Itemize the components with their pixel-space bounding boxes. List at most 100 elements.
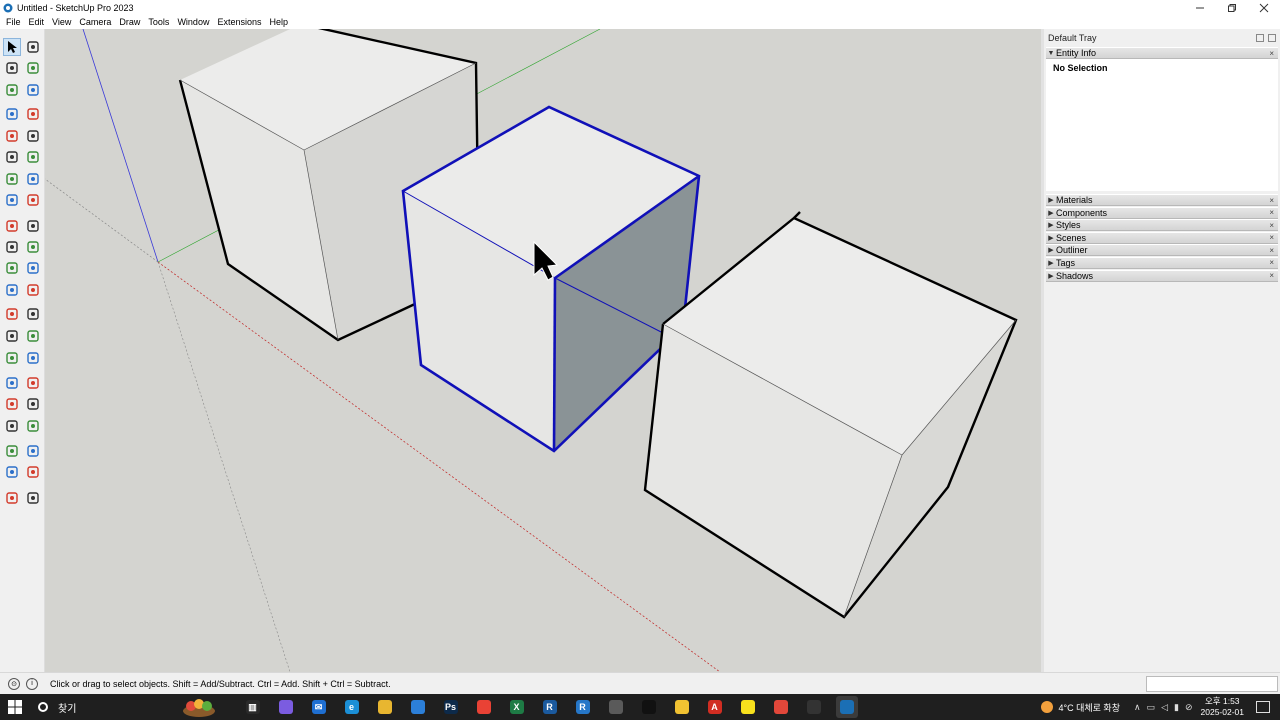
tool-2-point-arc[interactable] bbox=[24, 170, 42, 188]
restore-button[interactable] bbox=[1216, 0, 1248, 15]
info-icon[interactable]: i bbox=[26, 677, 38, 690]
panel-close-icon[interactable]: × bbox=[1269, 49, 1274, 58]
taskbar-app-store[interactable] bbox=[407, 696, 429, 718]
tool-push-pull[interactable] bbox=[24, 217, 42, 235]
panel-close-icon[interactable]: × bbox=[1269, 258, 1274, 267]
taskbar-app-copilot[interactable] bbox=[275, 696, 297, 718]
menu-camera[interactable]: Camera bbox=[75, 17, 115, 27]
tool-scale[interactable] bbox=[3, 259, 21, 277]
volume-icon[interactable]: ◁ bbox=[1161, 702, 1168, 713]
start-button[interactable] bbox=[0, 694, 30, 720]
taskbar-app-revit[interactable]: R bbox=[539, 696, 561, 718]
taskbar-app-recorder[interactable] bbox=[803, 696, 825, 718]
tool-orbit[interactable] bbox=[24, 349, 42, 367]
menu-draw[interactable]: Draw bbox=[115, 17, 144, 27]
tool-sandbox[interactable] bbox=[24, 463, 42, 481]
panel-close-icon[interactable]: × bbox=[1269, 208, 1274, 217]
tool-walk[interactable] bbox=[24, 417, 42, 435]
tool-move[interactable] bbox=[3, 217, 21, 235]
menu-tools[interactable]: Tools bbox=[144, 17, 173, 27]
tool-protractor[interactable] bbox=[24, 281, 42, 299]
taskbar-app-kakaotalk[interactable] bbox=[737, 696, 759, 718]
tray-close-icon[interactable] bbox=[1268, 34, 1276, 42]
taskbar-app-chrome[interactable] bbox=[473, 696, 495, 718]
tool-line[interactable] bbox=[3, 105, 21, 123]
language-icon[interactable]: ⊘ bbox=[1185, 702, 1193, 713]
taskbar-app-task-view[interactable]: ▥ bbox=[242, 696, 264, 718]
panel-entity-info[interactable]: ▼ Entity Info × bbox=[1046, 47, 1278, 59]
measurements-box[interactable] bbox=[1146, 676, 1278, 692]
panel-close-icon[interactable]: × bbox=[1269, 196, 1274, 205]
tool-eraser[interactable] bbox=[24, 59, 42, 77]
tool-axes[interactable] bbox=[3, 327, 21, 345]
tool-polygon[interactable] bbox=[24, 148, 42, 166]
taskbar-app-photoshop[interactable]: Ps bbox=[440, 696, 462, 718]
taskbar-app-sketchup[interactable] bbox=[835, 696, 858, 718]
tool-select[interactable] bbox=[3, 38, 21, 56]
taskbar-app-excel[interactable]: X bbox=[506, 696, 528, 718]
menu-window[interactable]: Window bbox=[173, 17, 213, 27]
tool-arc[interactable] bbox=[3, 170, 21, 188]
drawing-viewport[interactable] bbox=[45, 29, 1041, 672]
chevron-up-icon[interactable]: ∧ bbox=[1134, 702, 1141, 713]
tool-offset[interactable] bbox=[24, 259, 42, 277]
notification-icon[interactable] bbox=[1256, 701, 1270, 713]
menu-edit[interactable]: Edit bbox=[25, 17, 49, 27]
tool-circle[interactable] bbox=[3, 148, 21, 166]
model-canvas[interactable] bbox=[45, 29, 1041, 672]
taskbar-app-acrobat[interactable]: A bbox=[704, 696, 726, 718]
panel-close-icon[interactable]: × bbox=[1269, 221, 1274, 230]
panel-close-icon[interactable]: × bbox=[1269, 246, 1274, 255]
tool-rotate[interactable] bbox=[3, 238, 21, 256]
menu-help[interactable]: Help bbox=[265, 17, 292, 27]
panel-outliner[interactable]: ▶ Outliner × bbox=[1046, 244, 1278, 257]
minimize-button[interactable] bbox=[1184, 0, 1216, 15]
tool-solid-tools[interactable] bbox=[3, 463, 21, 481]
panel-components[interactable]: ▶ Components × bbox=[1046, 206, 1278, 219]
microphone-icon[interactable]: ▮ bbox=[1174, 702, 1179, 713]
tool-text[interactable] bbox=[24, 305, 42, 323]
tool-lasso-select[interactable] bbox=[24, 38, 42, 56]
taskbar-app-edge[interactable]: e bbox=[341, 696, 363, 718]
taskbar-app-app-black[interactable] bbox=[638, 696, 660, 718]
menu-view[interactable]: View bbox=[48, 17, 75, 27]
tool-3d-text[interactable] bbox=[24, 327, 42, 345]
tool-dimension[interactable] bbox=[3, 305, 21, 323]
tool-section-fill[interactable] bbox=[24, 442, 42, 460]
tool-pan[interactable] bbox=[3, 374, 21, 392]
tool-zoom-window[interactable] bbox=[3, 395, 21, 413]
tray-pin-icon[interactable] bbox=[1256, 34, 1264, 42]
menu-extensions[interactable]: Extensions bbox=[213, 17, 265, 27]
weather-widget[interactable]: 4°C 대체로 화창 bbox=[1041, 701, 1120, 714]
tool-look-around[interactable] bbox=[3, 442, 21, 460]
tool-tape-measure[interactable] bbox=[3, 281, 21, 299]
tool-rotated-rectangle[interactable] bbox=[24, 127, 42, 145]
close-button[interactable] bbox=[1248, 0, 1280, 15]
taskbar-app-notes[interactable] bbox=[671, 696, 693, 718]
panel-scenes[interactable]: ▶ Scenes × bbox=[1046, 231, 1278, 244]
panel-shadows[interactable]: ▶ Shadows × bbox=[1046, 269, 1278, 282]
tool-paint-bucket[interactable] bbox=[3, 59, 21, 77]
tool-zoom-extents[interactable] bbox=[24, 395, 42, 413]
tool-tag-eraser[interactable] bbox=[24, 81, 42, 99]
panel-close-icon[interactable]: × bbox=[1269, 233, 1274, 242]
taskbar-app-mail[interactable]: ✉ bbox=[308, 696, 330, 718]
taskbar-app-app-red[interactable] bbox=[770, 696, 792, 718]
tool-pie[interactable] bbox=[24, 191, 42, 209]
panel-tags[interactable]: ▶ Tags × bbox=[1046, 256, 1278, 269]
menu-file[interactable]: File bbox=[2, 17, 25, 27]
panel-materials[interactable]: ▶ Materials × bbox=[1046, 194, 1278, 206]
tool-freehand[interactable] bbox=[24, 105, 42, 123]
tool-stamp[interactable] bbox=[3, 489, 21, 507]
box-right[interactable] bbox=[643, 211, 1018, 619]
tool-drape[interactable] bbox=[24, 489, 42, 507]
tool-position-camera[interactable] bbox=[3, 417, 21, 435]
taskbar-clock[interactable]: 오후 1:53 2025-02-01 bbox=[1201, 696, 1244, 718]
panel-styles[interactable]: ▶ Styles × bbox=[1046, 219, 1278, 232]
tool-zoom[interactable] bbox=[24, 374, 42, 392]
network-icon[interactable]: ▭ bbox=[1147, 702, 1156, 713]
taskbar-app-app-cloud[interactable] bbox=[605, 696, 627, 718]
geolocation-icon[interactable]: ⊙ bbox=[8, 677, 20, 690]
tool-rectangle[interactable] bbox=[3, 127, 21, 145]
taskbar-app-file-explorer[interactable] bbox=[374, 696, 396, 718]
